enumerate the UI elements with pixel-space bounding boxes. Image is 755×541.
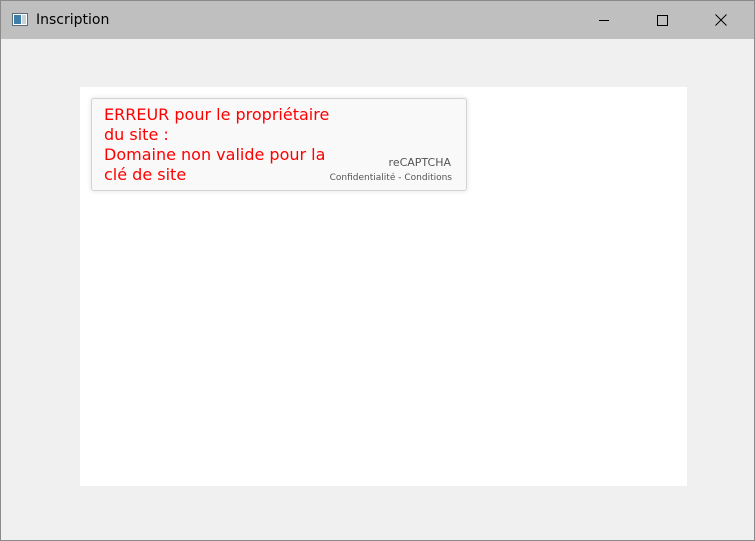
error-line: clé de site [104,165,187,184]
recaptcha-brand: reCAPTCHA [388,156,451,169]
error-line: Domaine non valide pour la [104,145,326,164]
window-title: Inscription [36,12,110,28]
close-icon [715,14,727,26]
title-bar[interactable]: Inscription [1,1,754,39]
recaptcha-error-message: ERREUR pour le propriétaire du site : Do… [104,105,334,185]
maximize-icon [656,14,668,26]
app-icon [12,13,28,26]
web-content-area: ERREUR pour le propriétaire du site : Do… [80,87,687,486]
privacy-link[interactable]: Confidentialité [330,173,396,183]
terms-link[interactable]: Conditions [404,173,452,183]
error-line: ERREUR pour le propriétaire [104,105,330,124]
error-line: du site : [104,125,169,144]
maximize-button[interactable] [639,1,685,39]
app-window: Inscription ERREUR pour le propriétaire [0,0,755,541]
minimize-button[interactable] [581,1,627,39]
close-button[interactable] [698,1,744,39]
minimize-icon [599,15,609,25]
link-separator: - [395,173,405,183]
recaptcha-widget: ERREUR pour le propriétaire du site : Do… [91,98,467,191]
recaptcha-links: Confidentialité - Conditions [330,173,452,183]
